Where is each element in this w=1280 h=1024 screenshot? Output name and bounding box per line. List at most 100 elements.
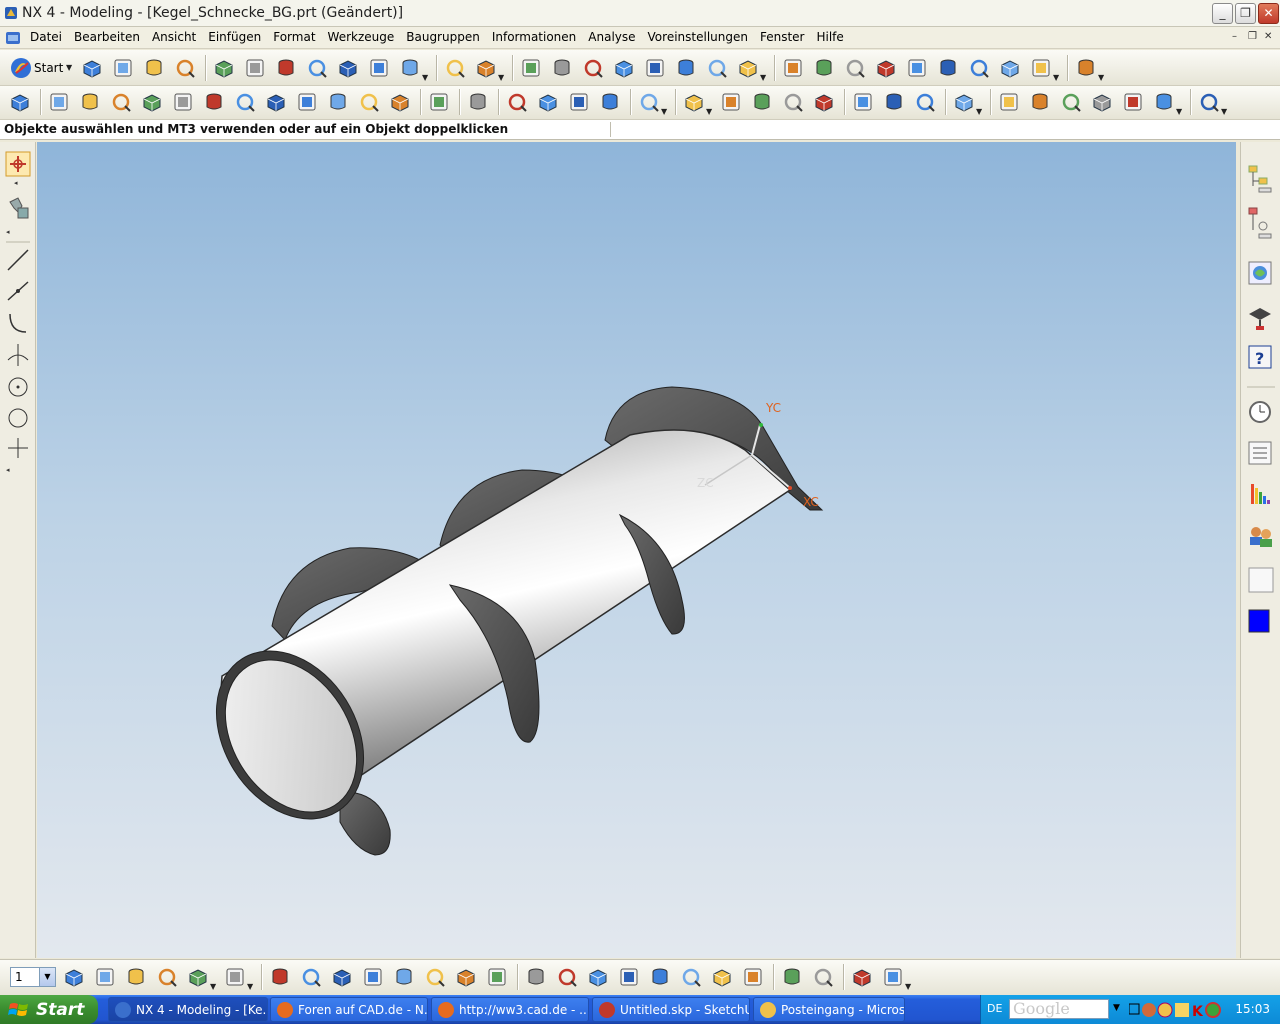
pocket-icon[interactable] — [388, 90, 412, 114]
cylinder-solid-icon[interactable] — [202, 90, 226, 114]
nx-menu-icon[interactable] — [5, 30, 21, 46]
replace-icon[interactable] — [679, 965, 703, 989]
line-icon[interactable] — [7, 249, 29, 271]
fit-view-icon[interactable] — [519, 56, 543, 80]
view-right-icon[interactable] — [874, 56, 898, 80]
view-wireframe-icon[interactable] — [905, 56, 929, 80]
tabular-icon[interactable] — [1121, 90, 1145, 114]
tray-clock-icon[interactable] — [1157, 1002, 1173, 1018]
layout-icon[interactable] — [1074, 56, 1098, 80]
start-application-button[interactable]: Start ▼ — [8, 55, 74, 81]
chevron-down-icon[interactable]: ▼ — [976, 107, 982, 116]
tube-icon[interactable] — [140, 90, 164, 114]
view-top-icon[interactable] — [812, 56, 836, 80]
datum-axis-icon[interactable] — [427, 90, 451, 114]
tray-window-icon[interactable] — [1129, 1003, 1140, 1015]
grid-icon[interactable] — [1090, 90, 1114, 114]
system-materials-icon[interactable] — [1251, 484, 1270, 504]
menu-hilfe[interactable]: Hilfe — [810, 30, 849, 44]
extrude-icon[interactable] — [47, 90, 71, 114]
menu-informationen[interactable]: Informationen — [486, 30, 582, 44]
layer-settings-icon[interactable] — [62, 965, 86, 989]
new-file-icon[interactable] — [80, 56, 104, 80]
roles-icon[interactable] — [1250, 527, 1272, 547]
shell-icon[interactable] — [719, 90, 743, 114]
mate-icon[interactable] — [555, 965, 579, 989]
taskbar-item[interactable]: http://ww3.cad.de - ... — [431, 997, 589, 1022]
chevron-down-icon[interactable]: ▼ — [706, 107, 712, 116]
rotate-icon[interactable] — [643, 56, 667, 80]
snap-point-icon[interactable] — [268, 965, 292, 989]
arc-icon[interactable] — [9, 313, 27, 333]
snap-control-icon[interactable] — [361, 965, 385, 989]
chevron-down-icon[interactable]: ▼ — [498, 73, 504, 82]
chevron-down-icon[interactable]: ▼ — [1221, 107, 1227, 116]
delete-icon[interactable] — [305, 56, 329, 80]
cylinder-icon[interactable] — [505, 90, 529, 114]
menu-datei[interactable]: Datei — [24, 30, 68, 44]
chevron-down-icon[interactable]: ▼ — [422, 73, 428, 82]
clone-icon[interactable] — [881, 965, 905, 989]
snap-intersect-icon[interactable] — [392, 965, 416, 989]
ruler-icon[interactable] — [474, 56, 498, 80]
view-iso-icon[interactable] — [736, 56, 760, 80]
training-icon[interactable] — [1249, 308, 1271, 330]
add-component-icon[interactable] — [586, 965, 610, 989]
wave-icon[interactable] — [780, 965, 804, 989]
datum-plane-icon[interactable] — [466, 90, 490, 114]
tray-messenger-icon[interactable] — [1175, 1003, 1189, 1017]
cone-solid-icon[interactable] — [233, 90, 257, 114]
save-icon[interactable] — [142, 56, 166, 80]
palette-icon[interactable] — [1248, 567, 1274, 593]
chevron-down-icon[interactable]: ▼ — [39, 968, 55, 986]
copy-layer-icon[interactable] — [186, 965, 210, 989]
chevron-down-icon[interactable]: ▼ — [1113, 1003, 1120, 1013]
language-indicator[interactable]: DE — [987, 1002, 1002, 1015]
snap-end-icon[interactable] — [299, 965, 323, 989]
tray-k-icon[interactable]: K — [1192, 1004, 1204, 1019]
hole-icon[interactable] — [295, 90, 319, 114]
thread-icon[interactable] — [781, 90, 805, 114]
snap-quadrant-icon[interactable] — [454, 965, 478, 989]
restore-button[interactable]: ❐ — [1235, 3, 1256, 24]
layer-visible-icon[interactable] — [93, 965, 117, 989]
color-palette-icon[interactable] — [1197, 90, 1221, 114]
snap-existing-icon[interactable] — [485, 965, 509, 989]
color-blue-icon[interactable] — [1248, 609, 1270, 633]
view-hidden-icon[interactable] — [936, 56, 960, 80]
table-icon[interactable] — [1028, 90, 1052, 114]
copy-icon[interactable] — [243, 56, 267, 80]
taskbar-item[interactable]: Foren auf CAD.de - N... — [270, 997, 428, 1022]
doc-restore-button[interactable]: ❐ — [1248, 31, 1257, 42]
menu-analyse[interactable]: Analyse — [582, 30, 641, 44]
graphics-viewport[interactable]: YC ZC XC — [37, 142, 1236, 958]
menu-einfügen[interactable]: Einfügen — [202, 30, 267, 44]
chevron-down-icon[interactable]: ▼ — [760, 73, 766, 82]
split-icon[interactable] — [882, 90, 906, 114]
chevron-down-icon[interactable]: ▼ — [905, 982, 911, 991]
print-icon[interactable] — [173, 56, 197, 80]
trim-icon[interactable] — [851, 90, 875, 114]
assembly-navigator-icon[interactable] — [1248, 165, 1272, 193]
view-front-icon[interactable] — [843, 56, 867, 80]
zoom-window-icon[interactable] — [550, 56, 574, 80]
circle-point-icon[interactable] — [8, 377, 28, 397]
mirror-icon[interactable] — [952, 90, 976, 114]
paste-icon[interactable] — [274, 56, 298, 80]
move-layer-icon[interactable] — [155, 965, 179, 989]
offset-icon[interactable] — [812, 90, 836, 114]
open-folder-icon[interactable] — [111, 56, 135, 80]
block-icon[interactable] — [171, 90, 195, 114]
chevron-down-icon[interactable]: ▼ — [1098, 73, 1104, 82]
zoom-in-icon[interactable] — [612, 56, 636, 80]
expand-icon[interactable]: ◂ — [6, 466, 10, 474]
chevron-down-icon[interactable]: ▼ — [247, 982, 253, 991]
reference-set-icon[interactable] — [850, 965, 874, 989]
thicken-icon[interactable] — [750, 90, 774, 114]
cut-icon[interactable] — [212, 56, 236, 80]
pattern-icon[interactable] — [913, 90, 937, 114]
taskbar-item[interactable]: Posteingang - Micros... — [753, 997, 905, 1022]
render-style-icon[interactable] — [998, 56, 1022, 80]
undo-icon[interactable] — [336, 56, 360, 80]
menu-voreinstellungen[interactable]: Voreinstellungen — [642, 30, 754, 44]
